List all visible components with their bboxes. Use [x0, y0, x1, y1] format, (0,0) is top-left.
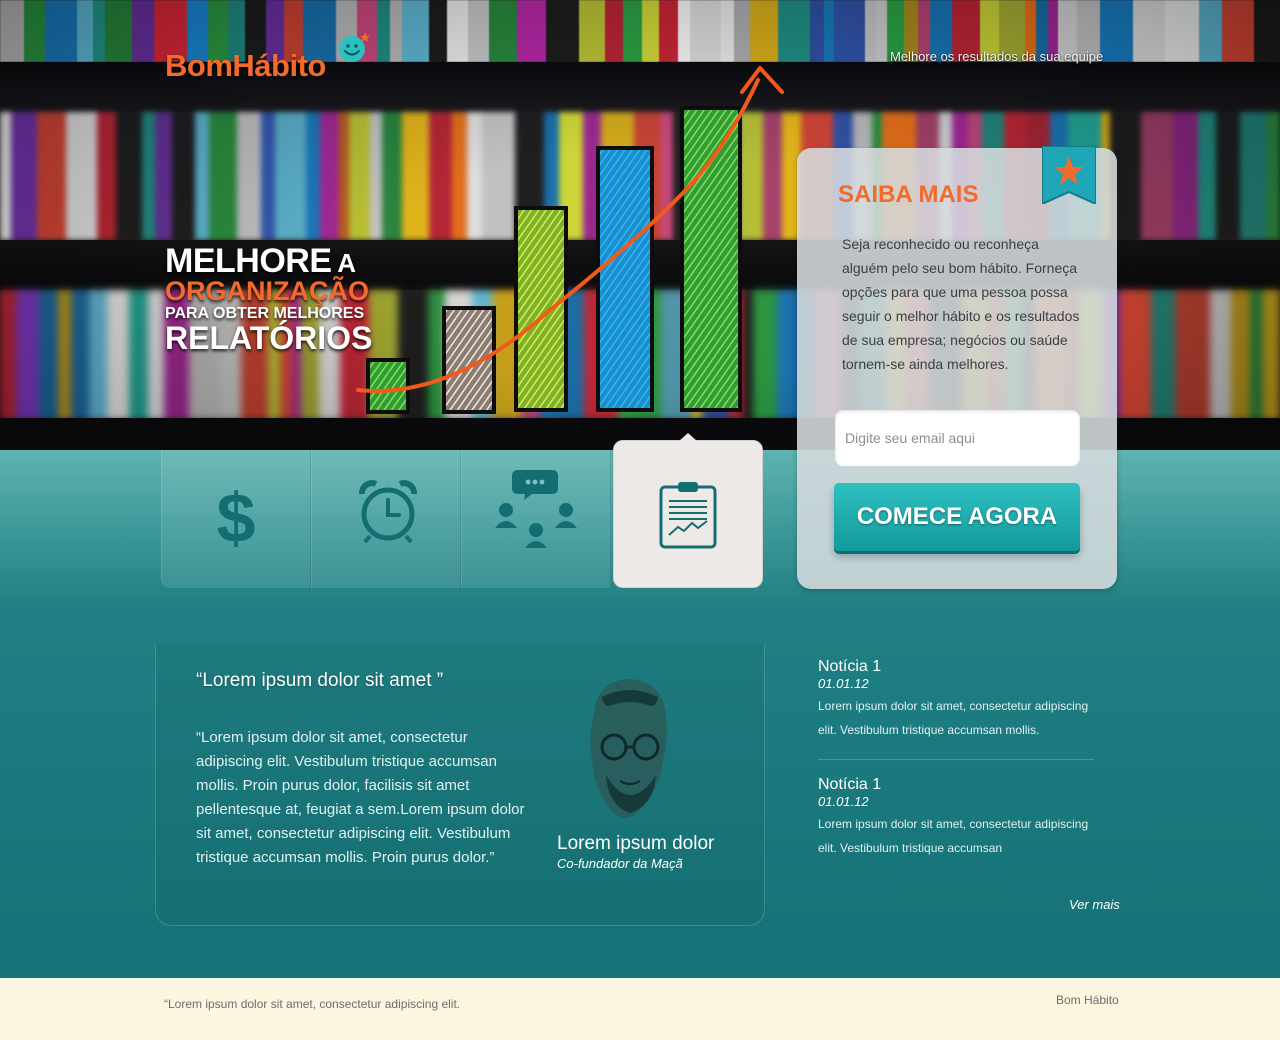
- growth-chart-illustration: [356, 66, 784, 414]
- news-date: 01.01.12: [818, 794, 869, 809]
- feature-tabs: $: [161, 433, 763, 598]
- news-date: 01.01.12: [818, 676, 869, 691]
- feature-tab-team[interactable]: [461, 450, 611, 588]
- headline-line-2: ORGANIZAÇÃO: [165, 276, 369, 306]
- news-excerpt: Lorem ipsum dolor sit amet, consectetur …: [818, 817, 1089, 855]
- logo-text-habito: Hábito: [232, 48, 326, 83]
- person-name: Lorem ipsum dolor: [557, 833, 715, 854]
- headline-line-1: MELHORE A: [165, 242, 356, 280]
- feature-tab-reports[interactable]: [613, 433, 763, 588]
- person-portrait: [590, 679, 668, 818]
- chart-bar-2: [442, 306, 496, 414]
- dollar-icon: $: [217, 480, 256, 552]
- news-title[interactable]: Notícia 1: [818, 658, 1098, 676]
- signup-description: Seja reconhecido ou reconheça alguém pel…: [842, 236, 1080, 372]
- svg-text:$: $: [217, 480, 256, 552]
- clipboard-report-icon: [659, 482, 717, 549]
- start-now-button[interactable]: COMECE AGORA: [834, 483, 1080, 551]
- hero-headline: MELHORE A ORGANIZAÇÃO PARA OBTER MELHORE…: [165, 244, 372, 354]
- team-chat-icon: [495, 470, 577, 548]
- smiley-icon: [339, 32, 370, 62]
- signup-title: SAIBA MAIS: [838, 181, 979, 208]
- news-divider: [818, 759, 1094, 760]
- logo-text-bom: Bom: [165, 48, 233, 83]
- chart-bar-1: [366, 358, 410, 414]
- chart-bar-4: [596, 146, 654, 412]
- star-ribbon-icon: [1042, 146, 1096, 204]
- logo[interactable]: BomHábito: [165, 48, 326, 84]
- alarm-clock-icon: [359, 480, 417, 544]
- headline-line-4: RELATÓRIOS: [165, 320, 373, 356]
- news-item[interactable]: Notícia 1 01.01.12 Lorem ipsum dolor sit…: [818, 776, 1098, 860]
- testimonial-title: “Lorem ipsum dolor sit amet ”: [196, 670, 444, 691]
- footer-brand: Bom Hábito: [1056, 993, 1119, 1007]
- testimonial-panel: “Lorem ipsum dolor sit amet ” “Lorem ips…: [155, 645, 765, 926]
- feature-tab-time[interactable]: [311, 450, 461, 588]
- news-excerpt: Lorem ipsum dolor sit amet, consectetur …: [818, 699, 1089, 737]
- signup-card: SAIBA MAIS Seja reconhecido ou reconheça…: [797, 146, 1117, 589]
- feature-tab-finance[interactable]: $: [161, 450, 311, 588]
- chart-bar-3: [514, 206, 568, 412]
- person-role: Co-fundador da Maçã: [557, 856, 683, 871]
- footer-text: “Lorem ipsum dolor sit amet, consectetur…: [164, 997, 461, 1011]
- testimonial-quote: “Lorem ipsum dolor sit amet, consectetur…: [196, 729, 525, 866]
- header-tagline: Melhore os resultados da sua equipe: [890, 49, 1104, 64]
- news-title[interactable]: Notícia 1: [818, 776, 1098, 794]
- email-input[interactable]: [835, 410, 1080, 466]
- see-more-link[interactable]: Ver mais: [1069, 897, 1120, 912]
- chart-bar-5: [680, 106, 742, 412]
- footer: “Lorem ipsum dolor sit amet, consectetur…: [0, 978, 1280, 1040]
- news-item[interactable]: Notícia 1 01.01.12 Lorem ipsum dolor sit…: [818, 658, 1098, 742]
